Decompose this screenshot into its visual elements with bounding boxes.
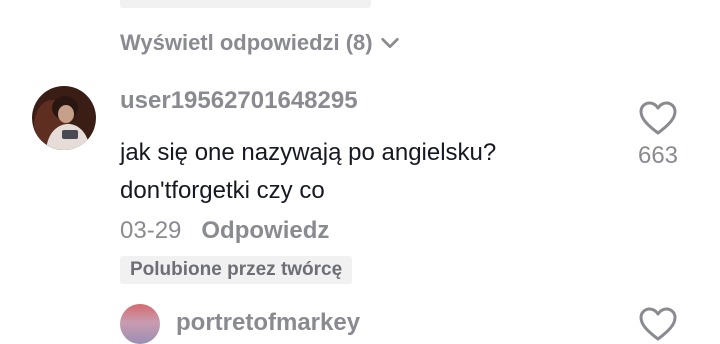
- next-comment-avatar[interactable]: [120, 304, 160, 344]
- heart-outline-icon[interactable]: [638, 306, 678, 342]
- avatar[interactable]: [32, 86, 96, 150]
- view-replies-button[interactable]: Wyświetl odpowiedzi (8): [120, 28, 401, 58]
- next-comment-username[interactable]: portretofmarkey: [176, 308, 360, 338]
- view-replies-label: Wyświetl odpowiedzi (8): [120, 30, 373, 55]
- comment-text-line: jak się one nazywają po angielsku?: [120, 139, 497, 166]
- heart-outline-icon[interactable]: [638, 100, 678, 136]
- creator-liked-badge: Polubione przez twórcę: [120, 256, 353, 284]
- comment-meta: 03-29 Odpowiedz: [120, 214, 329, 248]
- avatar-image: [32, 86, 96, 150]
- like-section: 663: [628, 100, 688, 170]
- comment-date: 03-29: [120, 217, 182, 244]
- chevron-down-icon: [380, 37, 399, 49]
- like-count: 663: [637, 142, 679, 169]
- reply-button[interactable]: Odpowiedz: [201, 217, 329, 245]
- comment-username[interactable]: user19562701648295: [120, 86, 358, 116]
- comment-text-line: don'tforgetki czy co: [120, 177, 325, 204]
- previous-creator-badge: [120, 0, 371, 8]
- comment-text: jak się one nazywają po angielsku? don't…: [120, 134, 600, 210]
